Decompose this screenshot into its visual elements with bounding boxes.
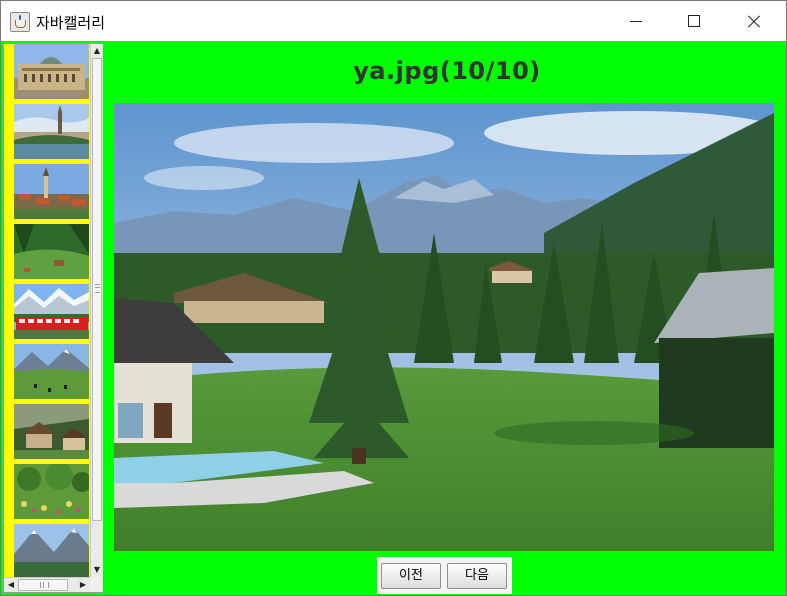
- thumbnail-horizontal-scrollbar[interactable]: ◀ ▶: [4, 577, 90, 592]
- title-bar[interactable]: 자바캘러리: [1, 1, 786, 41]
- main-image: [114, 103, 774, 551]
- next-button[interactable]: 다음: [447, 563, 507, 589]
- minimize-button[interactable]: [613, 1, 659, 41]
- navigation-button-panel: 이전 다음: [377, 557, 512, 594]
- horizontal-scroll-thumb[interactable]: [18, 579, 68, 591]
- thumbnail-list: [14, 44, 90, 577]
- scroll-right-arrow-icon[interactable]: ▶: [77, 579, 89, 591]
- thumbnail-panel: [4, 44, 90, 577]
- thumbnail-church-village[interactable]: [14, 164, 89, 219]
- thumbnail-garden[interactable]: [14, 464, 89, 519]
- thumbnail-mountain-lake[interactable]: [14, 524, 89, 577]
- gallery-content: ▲ ▼ ◀ ▶ ya.jpg(10/10) 이전 다음: [1, 41, 786, 595]
- scroll-down-arrow-icon[interactable]: ▼: [92, 564, 102, 576]
- app-window: 자바캘러리 ▲ ▼ ◀ ▶ ya.jpg(10/10) 이전 다음: [0, 0, 787, 596]
- scroll-up-arrow-icon[interactable]: ▲: [92, 45, 102, 57]
- java-app-icon: [10, 12, 30, 32]
- thumbnail-chalet-houses[interactable]: [14, 404, 89, 459]
- thumbnail-red-train[interactable]: [14, 284, 89, 339]
- maximize-button[interactable]: [671, 1, 717, 41]
- maximize-icon: [688, 15, 700, 27]
- thumbnail-vertical-scrollbar[interactable]: ▲ ▼: [90, 44, 103, 577]
- minimize-icon: [630, 21, 642, 22]
- vertical-scroll-thumb[interactable]: [92, 58, 102, 521]
- thumbnail-alpine-meadow[interactable]: [14, 344, 89, 399]
- thumbnail-river-town[interactable]: [14, 104, 89, 159]
- previous-button[interactable]: 이전: [381, 563, 441, 589]
- scroll-left-arrow-icon[interactable]: ◀: [5, 579, 17, 591]
- thumbnail-sidebar: ▲ ▼ ◀ ▶: [3, 43, 103, 593]
- thumbnail-green-valley[interactable]: [14, 224, 89, 279]
- thumbnail-palace[interactable]: [14, 44, 89, 99]
- close-button[interactable]: [730, 1, 776, 41]
- image-title: ya.jpg(10/10): [353, 57, 541, 85]
- window-title: 자바캘러리: [36, 14, 106, 32]
- scrollbar-corner: [90, 577, 103, 592]
